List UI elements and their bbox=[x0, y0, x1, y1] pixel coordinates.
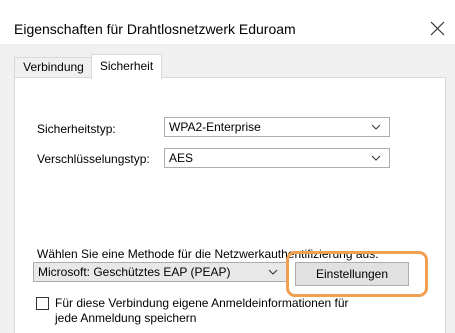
close-button[interactable] bbox=[426, 17, 450, 41]
security-panel bbox=[14, 77, 446, 333]
dialog-window: Eigenschaften für Drahtlosnetzwerk Eduro… bbox=[0, 0, 455, 333]
settings-button[interactable]: Einstellungen bbox=[295, 262, 409, 286]
chevron-down-icon bbox=[268, 269, 278, 275]
remember-credentials-checkbox[interactable] bbox=[36, 297, 49, 310]
window-title: Eigenschaften für Drahtlosnetzwerk Eduro… bbox=[14, 21, 296, 37]
auth-method-dropdown[interactable]: Microsoft: Geschütztes EAP (PEAP) bbox=[33, 262, 287, 282]
encryption-type-label: Verschlüsselungstyp: bbox=[37, 152, 150, 166]
encryption-type-value: AES bbox=[169, 151, 194, 165]
encryption-type-dropdown[interactable]: AES bbox=[164, 148, 390, 168]
remember-credentials-label: Für diese Verbindung eigene Anmeldeinfor… bbox=[55, 296, 349, 326]
close-icon bbox=[430, 21, 445, 36]
security-type-dropdown[interactable]: WPA2-Enterprise bbox=[164, 117, 390, 137]
auth-method-label: Wählen Sie eine Methode für die Netzwerk… bbox=[37, 247, 379, 261]
tab-verbindung[interactable]: Verbindung bbox=[14, 57, 92, 77]
remember-credentials-line-1: Für diese Verbindung eigene Anmeldeinfor… bbox=[55, 296, 349, 310]
title-bar: Eigenschaften für Drahtlosnetzwerk Eduro… bbox=[0, 0, 455, 44]
tab-sicherheit[interactable]: Sicherheit bbox=[91, 54, 162, 79]
remember-credentials-line-2: jede Anmeldung speichern bbox=[55, 311, 197, 325]
security-type-label: Sicherheitstyp: bbox=[37, 122, 116, 136]
auth-method-value: Microsoft: Geschütztes EAP (PEAP) bbox=[38, 265, 231, 279]
chevron-down-icon bbox=[371, 124, 381, 130]
chevron-down-icon bbox=[371, 155, 381, 161]
security-type-value: WPA2-Enterprise bbox=[169, 120, 261, 134]
